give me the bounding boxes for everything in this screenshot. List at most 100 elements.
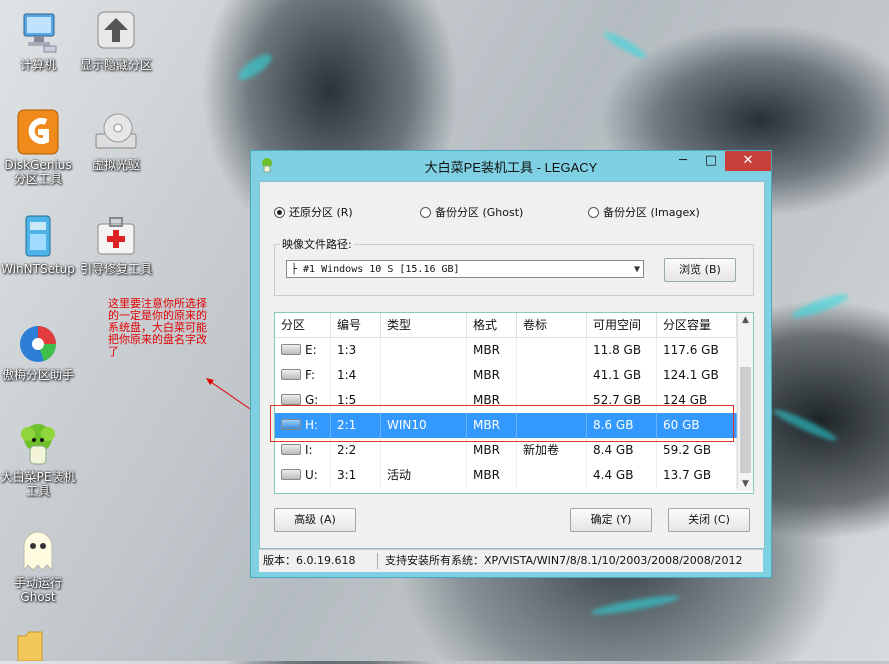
red-annotation: 这里要注意你所选择的一定是你的原来的系统盘，大白菜可能把你原来的盘名字改了 — [108, 297, 207, 358]
drive-icon — [281, 444, 301, 455]
table-header: 分区 编号 类型 格式 卷标 可用空间 分区容量 — [275, 313, 737, 338]
cell-text: 3:1 — [337, 468, 357, 482]
table-row[interactable]: U: 3:1 活动 MBR 4.4 GB 13.7 GB — [275, 463, 737, 488]
highlight-box — [270, 405, 734, 442]
cell-type — [381, 338, 467, 363]
cell-text: 2:2 — [337, 443, 357, 457]
radio-restore-label: 还原分区 (R) — [289, 206, 353, 219]
col-header[interactable]: 可用空间 — [587, 313, 657, 337]
cell-text: 8.4 GB — [593, 443, 634, 457]
scroll-thumb[interactable] — [740, 367, 751, 473]
cell-text: 117.6 GB — [663, 343, 719, 357]
scroll-down-icon[interactable]: ▼ — [738, 477, 753, 491]
cell-text: 124.1 GB — [663, 368, 719, 382]
desktop-icon-label: 虚拟光驱 — [91, 158, 140, 172]
minimize-button[interactable]: ─ — [671, 153, 695, 171]
radio-backup-imagex[interactable]: 备份分区 (Imagex) — [588, 204, 700, 220]
cell-text: I: — [305, 443, 313, 457]
browse-button[interactable]: 浏览 (B) — [664, 258, 736, 282]
cell-text: 新加卷 — [523, 443, 560, 457]
cell-text: 59.2 GB — [663, 443, 712, 457]
radio-dot — [420, 206, 431, 218]
desktop-icon-boot-repair[interactable]: 引导修复工具 — [74, 212, 158, 276]
wallpaper-streak — [589, 592, 681, 618]
image-path-label: 映像文件路径: — [280, 236, 354, 252]
cell-text: 活动 — [387, 468, 412, 482]
table-row[interactable]: F: 1:4 MBR 41.1 GB 124.1 GB — [275, 363, 737, 388]
radio-restore[interactable]: 还原分区 (R) — [274, 204, 353, 220]
cell-fmt: MBR — [467, 363, 517, 388]
drive-icon — [281, 344, 301, 355]
cell-free: 4.4 GB — [587, 463, 657, 488]
cell-free: 11.8 GB — [587, 338, 657, 363]
cell-label — [517, 363, 587, 388]
cell-text: F: — [305, 368, 316, 382]
desktop-icon-label: 手动运行 Ghost — [13, 576, 62, 604]
maximize-button[interactable]: □ — [699, 153, 723, 171]
drive-icon — [281, 369, 301, 380]
wallpaper-streak — [234, 49, 276, 85]
table-scrollbar[interactable]: ▲ ▼ — [737, 313, 753, 491]
cell-label — [517, 338, 587, 363]
cell-text: 4.4 GB — [593, 468, 634, 482]
cell-label — [517, 463, 587, 488]
col-header[interactable]: 编号 — [331, 313, 381, 337]
advanced-button[interactable]: 高级 (A) — [274, 508, 356, 532]
aomei-partition-icon — [14, 318, 62, 366]
desktop-icon-label: 引导修复工具 — [79, 262, 152, 276]
supported-systems-text: 支持安装所有系统：XP/VISTA/WIN7/8/8.1/10/2003/200… — [385, 554, 743, 567]
desktop-icon-dabaicai[interactable]: 大白菜PE装机 工具 — [0, 420, 80, 498]
cell-free: 41.1 GB — [587, 363, 657, 388]
radio-backup-imagex-label: 备份分区 (Imagex) — [603, 206, 700, 219]
desktop-icon-computer[interactable]: 计算机 — [0, 8, 80, 72]
image-file-value: ├ #1 Windows 10 S [15.16 GB] — [291, 264, 460, 275]
desktop-icon-label: DiskGenius 分区工具 — [4, 158, 72, 186]
chevron-down-icon[interactable]: ▼ — [634, 261, 640, 279]
close-window-button[interactable]: ✕ — [725, 151, 771, 171]
wallpaper-streak — [771, 405, 839, 445]
desktop-icon-diskgenius[interactable]: DiskGenius 分区工具 — [0, 108, 80, 186]
partition-icon — [92, 8, 140, 56]
cell-cap: 13.7 GB — [657, 463, 737, 488]
drive-icon — [281, 469, 301, 480]
col-header[interactable]: 分区容量 — [657, 313, 737, 337]
installer-window: 大白菜PE装机工具 - LEGACY ─ □ ✕ 还原分区 (R) 备份分区 (… — [250, 150, 772, 578]
col-header[interactable]: 类型 — [381, 313, 467, 337]
radio-backup-ghost[interactable]: 备份分区 (Ghost) — [420, 204, 523, 220]
desktop-icon-virtual-drive[interactable]: 虚拟光驱 — [74, 108, 158, 172]
cell-text: 1:3 — [337, 343, 357, 357]
cell-text: 41.1 GB — [593, 368, 642, 382]
cell-cap: 124.1 GB — [657, 363, 737, 388]
desktop-icon-winntsetup[interactable]: WinNTSetup — [0, 212, 80, 276]
ghost-icon — [14, 526, 62, 574]
desktop-icon-label: 大白菜PE装机 工具 — [0, 470, 76, 498]
col-header[interactable]: 卷标 — [517, 313, 587, 337]
radio-backup-ghost-label: 备份分区 (Ghost) — [435, 206, 524, 219]
table-row[interactable]: E: 1:3 MBR 11.8 GB 117.6 GB — [275, 338, 737, 363]
cell-drive: F: — [275, 363, 331, 388]
desktop-icon-show-hidden-partition[interactable]: 显示隐藏分区 — [74, 8, 158, 72]
partition-table: 分区 编号 类型 格式 卷标 可用空间 分区容量 E: 1:3 MBR 11.8 GB… — [274, 312, 754, 494]
cell-text: MBR — [473, 468, 500, 482]
image-file-select[interactable]: ├ #1 Windows 10 S [15.16 GB] ▼ — [286, 260, 644, 278]
folder-icon[interactable] — [16, 630, 44, 662]
title-bar[interactable]: 大白菜PE装机工具 - LEGACY ─ □ ✕ — [251, 151, 771, 179]
cell-num: 1:4 — [331, 363, 381, 388]
col-header[interactable]: 分区 — [275, 313, 331, 337]
col-header[interactable]: 格式 — [467, 313, 517, 337]
radio-dot — [588, 206, 599, 218]
ok-button[interactable]: 确定 (Y) — [570, 508, 652, 532]
virtual-drive-icon — [92, 108, 140, 156]
cell-fmt: MBR — [467, 338, 517, 363]
desktop-icon-label: WinNTSetup — [1, 262, 75, 276]
desktop-icon-ghost[interactable]: 手动运行 Ghost — [0, 526, 80, 604]
computer-icon — [14, 8, 62, 56]
status-divider — [377, 553, 378, 569]
cell-type: 活动 — [381, 463, 467, 488]
scroll-up-icon[interactable]: ▲ — [738, 313, 753, 327]
close-button[interactable]: 关闭 (C) — [668, 508, 750, 532]
wallpaper-streak — [789, 290, 851, 322]
window-client-area: 还原分区 (R) 备份分区 (Ghost) 备份分区 (Imagex) 映像文件… — [259, 181, 765, 549]
cell-type — [381, 363, 467, 388]
desktop-icon-aomei[interactable]: 傲梅分区助手 — [0, 318, 80, 382]
